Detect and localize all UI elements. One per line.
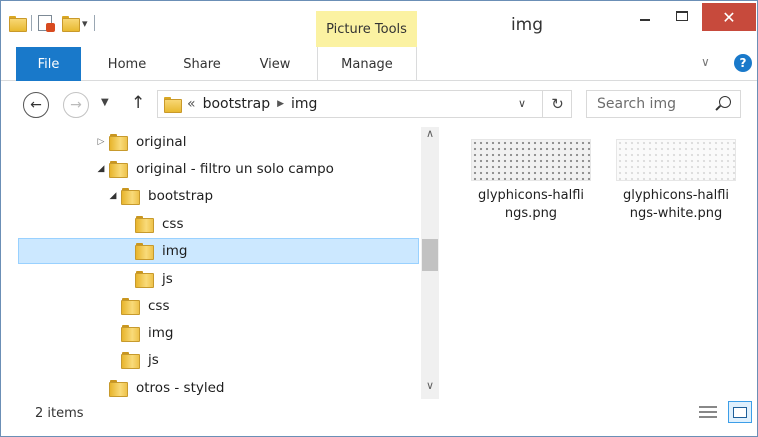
status-bar: 2 items (1, 399, 757, 436)
item-count: 2 items (35, 406, 84, 421)
folder-icon (164, 97, 182, 113)
folder-icon (121, 298, 140, 315)
folder-icon (109, 380, 128, 397)
expanded-expander-icon[interactable]: ◢ (93, 164, 109, 174)
recent-locations-chevron-icon[interactable]: ▼ (101, 97, 109, 108)
quick-access-toolbar: ▾ (9, 11, 97, 35)
separator (93, 15, 95, 31)
customize-toolbar-arrow-icon[interactable]: ▾ (82, 17, 88, 30)
tab-manage[interactable]: Manage (317, 47, 417, 81)
breadcrumb-img[interactable]: img (291, 96, 317, 112)
folder-icon (109, 134, 128, 151)
ribbon-tabs: File Home Share View Manage ∨ ? (1, 47, 757, 81)
close-button[interactable]: ✕ (702, 3, 756, 31)
scroll-up-arrow-icon[interactable]: ∧ (421, 127, 439, 145)
file-name: glyphicons-halfli ngs-white.png (611, 187, 741, 223)
search-box[interactable] (586, 90, 741, 118)
tree-item-label: img (148, 325, 174, 341)
new-folder-icon[interactable] (62, 16, 80, 32)
address-row: ← → ▼ ↑ « bootstrap ▶ img ∨ ↻ (1, 81, 757, 127)
folder-icon (121, 188, 140, 205)
address-bar[interactable]: « bootstrap ▶ img (157, 90, 572, 118)
file-item[interactable]: glyphicons-halfli ngs.png (466, 127, 596, 237)
breadcrumb-bootstrap[interactable]: bootstrap (203, 96, 271, 112)
tree-item-label: original (136, 134, 187, 150)
file-list-pane[interactable]: glyphicons-halfli ngs.png glyphicons-hal… (441, 127, 757, 399)
scroll-down-arrow-icon[interactable]: ∨ (421, 379, 439, 397)
address-overflow[interactable]: « (187, 96, 196, 112)
file-name-line: glyphicons-halfli (477, 188, 585, 203)
tree-item-bootstrap-img[interactable]: img (18, 238, 419, 264)
tree-item-label: img (162, 243, 188, 259)
expand-ribbon-chevron-icon[interactable]: ∨ (701, 55, 710, 69)
file-name-line: ngs-white.png (629, 206, 723, 221)
separator (31, 15, 32, 31)
tree-item-otros-styled[interactable]: otros - styled (93, 375, 225, 399)
up-button[interactable]: ↑ (131, 93, 145, 113)
tab-file[interactable]: File (16, 47, 81, 81)
tree-item-label: js (148, 352, 159, 368)
file-name: glyphicons-halfli ngs.png (466, 187, 596, 223)
tree-item-bootstrap-js[interactable]: js (119, 266, 173, 292)
window-title: img (510, 15, 544, 35)
address-dropdown-chevron-icon[interactable]: ∨ (518, 97, 526, 110)
tree-item-js[interactable]: js (105, 347, 159, 373)
tree-item-bootstrap[interactable]: ◢ bootstrap (105, 183, 213, 209)
tree-item-original[interactable]: ▷ original (93, 129, 186, 155)
picture-frame-icon (733, 406, 747, 418)
maximize-button[interactable] (668, 1, 696, 31)
minimize-icon (640, 19, 650, 21)
search-icon[interactable] (719, 96, 731, 108)
image-thumbnail (616, 139, 736, 181)
breadcrumb-chevron-icon[interactable]: ▶ (277, 99, 284, 109)
large-icons-view-icon[interactable] (728, 401, 752, 423)
forward-button[interactable]: → (63, 92, 89, 118)
folder-icon (135, 216, 154, 233)
tree-item-label: otros - styled (136, 380, 225, 396)
minimize-button[interactable] (631, 1, 659, 31)
tree-item-label: bootstrap (148, 188, 214, 204)
back-button[interactable]: ← (23, 92, 49, 118)
navigation-pane[interactable]: ▷ original ◢ original - filtro un solo c… (1, 127, 441, 399)
tree-item-label: css (148, 298, 170, 314)
tab-share[interactable]: Share (171, 47, 233, 81)
file-item[interactable]: glyphicons-halfli ngs-white.png (611, 127, 741, 237)
tree-item-label: js (162, 271, 173, 287)
properties-icon[interactable] (38, 15, 55, 32)
tree-item-img[interactable]: img (105, 320, 173, 346)
expanded-expander-icon[interactable]: ◢ (105, 191, 121, 201)
tab-home[interactable]: Home (97, 47, 157, 81)
details-view-icon[interactable] (699, 405, 717, 421)
folder-icon (109, 161, 128, 178)
title-bar: ▾ Picture Tools img ✕ (1, 1, 757, 47)
image-thumbnail (471, 139, 591, 181)
file-name-line: ngs.png (504, 206, 558, 221)
collapsed-expander-icon[interactable]: ▷ (93, 137, 109, 147)
file-name-line: glyphicons-halfli (622, 188, 730, 203)
tree-item-css[interactable]: css (105, 293, 170, 319)
tree-item-label: css (162, 216, 184, 232)
folder-icon[interactable] (9, 16, 27, 32)
folder-icon (121, 325, 140, 342)
picture-tools-context: Picture Tools (316, 11, 417, 47)
tree-item-bootstrap-css[interactable]: css (119, 211, 184, 237)
tree-item-label: original - filtro un solo campo (136, 161, 334, 177)
folder-icon (135, 243, 154, 260)
help-icon[interactable]: ? (734, 54, 752, 72)
explorer-window: ▾ Picture Tools img ✕ File Home Share Vi… (0, 0, 758, 437)
navigation-scrollbar[interactable]: ∧ ∨ (421, 127, 439, 399)
folder-icon (135, 271, 154, 288)
scroll-thumb[interactable] (422, 239, 438, 271)
folder-icon (121, 352, 140, 369)
tab-view[interactable]: View (247, 47, 303, 81)
refresh-button[interactable]: ↻ (542, 90, 572, 118)
search-input[interactable] (597, 96, 707, 112)
maximize-icon (676, 11, 688, 21)
tree-item-original-filtro[interactable]: ◢ original - filtro un solo campo (93, 156, 334, 182)
